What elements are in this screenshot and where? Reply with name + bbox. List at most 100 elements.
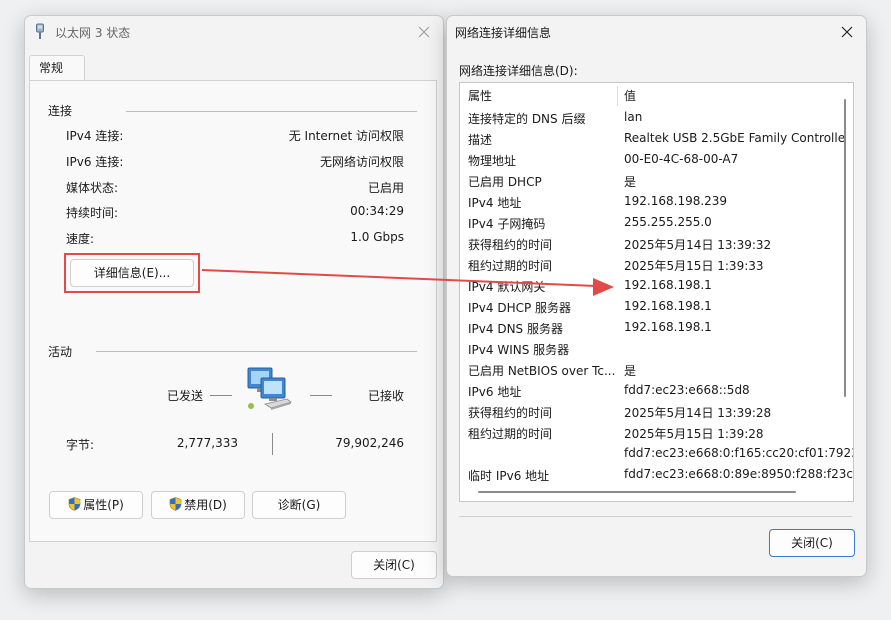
property-name: 租约过期的时间: [468, 259, 553, 273]
row-label: 持续时间:: [66, 206, 119, 220]
list-item[interactable]: 已启用 NetBIOS over Tc... 是: [460, 359, 850, 380]
property-name: IPv4 子网掩码: [468, 217, 546, 231]
property-name: IPv4 DNS 服务器: [468, 322, 563, 336]
property-name: IPv4 地址: [468, 196, 522, 210]
list-item[interactable]: 连接特定的 DNS 后缀 lan: [460, 107, 850, 128]
list-header: 属性 值: [460, 84, 850, 106]
property-value: fdd7:ec23:e668:0:f165:cc20:cf01:7923: [624, 446, 854, 460]
row-label: IPv6 连接:: [66, 155, 124, 169]
duration-row: 持续时间: 00:34:29: [66, 204, 404, 220]
speed-row: 速度: 1.0 Gbps: [66, 230, 404, 246]
property-name: 租约过期的时间: [468, 427, 553, 441]
list-item[interactable]: 物理地址 00-E0-4C-68-00-A7: [460, 149, 850, 170]
close-button[interactable]: 关闭(C): [769, 529, 855, 557]
title-bar: 以太网 3 状态: [25, 16, 443, 48]
list-item[interactable]: 临时 IPv6 地址 fdd7:ec23:e668:0:89e:8950:f28…: [460, 464, 853, 485]
property-value: 2025年5月14日 13:39:28: [624, 406, 772, 420]
property-name: 物理地址: [468, 154, 517, 168]
received-line: [310, 395, 332, 396]
row-value: 无 Internet 访问权限: [288, 129, 404, 143]
close-icon[interactable]: [411, 20, 437, 44]
details-window: 网络连接详细信息 网络连接详细信息(D): 属性 值 连接特定的 DNS 后缀 …: [446, 15, 867, 577]
list-item[interactable]: IPv4 地址 192.168.198.239: [460, 191, 850, 212]
list-item[interactable]: 已启用 DHCP 是: [460, 170, 850, 191]
details-button[interactable]: 详细信息(E)...: [70, 259, 194, 287]
close-icon[interactable]: [834, 20, 860, 44]
divider: [459, 516, 852, 517]
property-name: IPv4 DHCP 服务器: [468, 301, 572, 315]
sent-label: 已发送: [167, 389, 204, 403]
received-bytes: 79,902,246: [335, 436, 404, 450]
property-value: 192.168.198.239: [624, 194, 728, 208]
property-name: 连接特定的 DNS 后缀: [468, 112, 586, 126]
property-name: IPv6 地址: [468, 385, 522, 399]
properties-label: 属性(P): [83, 498, 124, 512]
received-label: 已接收: [367, 389, 404, 403]
list-item[interactable]: 租约过期的时间 2025年5月15日 1:39:28: [460, 422, 850, 443]
row-label: 媒体状态:: [66, 181, 119, 195]
ipv6-connectivity-row: IPv6 连接: 无网络访问权限: [66, 153, 404, 169]
list-item[interactable]: IPv4 DNS 服务器 192.168.198.1: [460, 317, 850, 338]
list-item[interactable]: 获得租约的时间 2025年5月14日 13:39:32: [460, 233, 850, 254]
property-value: 192.168.198.1: [624, 299, 712, 313]
list-item[interactable]: IPv4 WINS 服务器: [460, 338, 850, 359]
list-item[interactable]: 获得租约的时间 2025年5月14日 13:39:28: [460, 401, 850, 422]
details-list-label: 网络连接详细信息(D):: [459, 64, 578, 78]
diagnose-button[interactable]: 诊断(G): [252, 491, 346, 519]
row-value: 1.0 Gbps: [350, 230, 404, 244]
column-header-value[interactable]: 值: [624, 87, 636, 104]
row-value: 无网络访问权限: [319, 155, 404, 169]
details-listview[interactable]: 属性 值 连接特定的 DNS 后缀 lan 描述 Realtek USB 2.5…: [459, 82, 854, 502]
property-value: 192.168.198.1: [624, 320, 712, 334]
property-value: 2025年5月15日 1:39:33: [624, 259, 764, 273]
property-name: IPv4 WINS 服务器: [468, 343, 570, 357]
ipv4-connectivity-row: IPv4 连接: 无 Internet 访问权限: [66, 127, 404, 143]
group-divider: [96, 351, 417, 352]
property-value: fdd7:ec23:e668:0:89e:8950:f288:f23c: [624, 467, 853, 481]
list-item[interactable]: 租约过期的时间 2025年5月15日 1:39:33: [460, 254, 850, 275]
property-value: 00-E0-4C-68-00-A7: [624, 152, 739, 166]
uac-shield-icon: [68, 494, 81, 520]
bytes-label: 字节:: [66, 438, 95, 452]
sent-line: [210, 395, 232, 396]
close-button[interactable]: 关闭(C): [351, 551, 437, 579]
list-item[interactable]: IPv6 地址 fdd7:ec23:e668::5d8: [460, 380, 850, 401]
status-window: 以太网 3 状态 常规 连接 IPv4 连接: 无 Internet 访问权限 …: [24, 15, 444, 589]
connection-group-title: 连接: [48, 104, 73, 118]
disable-button[interactable]: 禁用(D): [151, 491, 245, 519]
list-item[interactable]: fdd7:ec23:e668:0:f165:cc20:cf01:7923: [460, 443, 853, 464]
disable-label: 禁用(D): [184, 498, 227, 512]
list-item[interactable]: 描述 Realtek USB 2.5GbE Family Controlle: [460, 128, 850, 149]
column-separator: [617, 86, 618, 106]
row-value: 已启用: [367, 181, 404, 195]
row-label: 速度:: [66, 232, 95, 246]
window-title: 以太网 3 状态: [55, 26, 131, 40]
general-panel: 连接 IPv4 连接: 无 Internet 访问权限 IPv6 连接: 无网络…: [29, 80, 437, 542]
list-item[interactable]: IPv4 DHCP 服务器 192.168.198.1: [460, 296, 850, 317]
sent-bytes: 2,777,333: [176, 436, 238, 450]
vertical-scrollbar[interactable]: [844, 99, 846, 397]
property-name: 获得租约的时间: [468, 406, 553, 420]
column-header-property[interactable]: 属性: [468, 87, 492, 104]
title-bar: 网络连接详细信息: [447, 16, 866, 48]
activity-group-title: 活动: [48, 345, 73, 359]
property-value: 2025年5月14日 13:39:32: [624, 238, 772, 252]
property-name: 已启用 DHCP: [468, 175, 542, 189]
tab-general[interactable]: 常规: [29, 55, 85, 82]
bytes-divider: [272, 433, 273, 455]
property-value: 2025年5月15日 1:39:28: [624, 427, 764, 441]
property-name: 临时 IPv6 地址: [468, 469, 550, 483]
list-item[interactable]: IPv4 子网掩码 255.255.255.0: [460, 212, 850, 233]
group-divider: [126, 111, 417, 112]
properties-button[interactable]: 属性(P): [49, 491, 143, 519]
property-name: 获得租约的时间: [468, 238, 553, 252]
property-value: Realtek USB 2.5GbE Family Controlle: [624, 131, 846, 145]
property-name: IPv4 默认网关: [468, 280, 546, 294]
list-item[interactable]: IPv4 默认网关 192.168.198.1: [460, 275, 850, 296]
uac-shield-icon: [169, 494, 182, 520]
network-computers-icon: [245, 366, 293, 419]
ethernet-plug-icon: [35, 23, 45, 43]
horizontal-scrollbar[interactable]: [478, 491, 796, 493]
property-name: 描述: [468, 133, 493, 147]
window-title: 网络连接详细信息: [455, 26, 552, 40]
